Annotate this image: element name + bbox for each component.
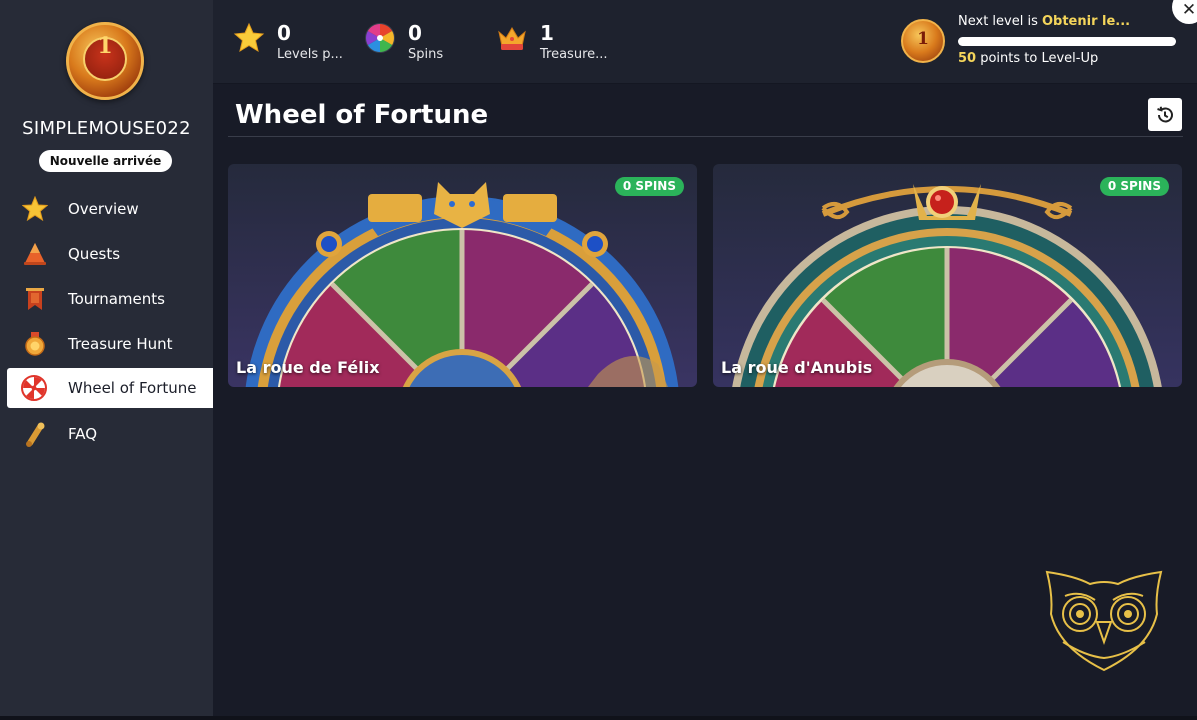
tournament-banner-icon [26,288,44,310]
app-root: 1 SIMPLEMOUSE022 Nouvelle arrivée Overvi… [0,0,1197,720]
title-divider [228,136,1183,137]
rank-badge: Nouvelle arrivée [39,150,172,172]
spins-label: Spins [408,47,444,62]
star-icon [233,22,265,53]
sidebar-nav: Overview Quests Tournaments Treasure Hun… [0,186,213,456]
next-level-name: Obtenir le... [1041,14,1131,29]
sidebar-item-label: Wheel of Fortune [68,379,197,397]
close-icon: ✕ [1181,0,1197,20]
points-value: 50 [958,51,977,66]
avatar-level-medal[interactable]: 1 [66,22,144,100]
bottom-divider [0,716,1197,720]
star-icon [22,196,48,222]
sidebar-item-quests[interactable]: Quests [0,231,213,276]
points-suffix: points to Level-Up [976,51,1099,66]
level-medal-number: 1 [917,29,929,49]
spins-badge: 0 SPINS [614,177,684,196]
card-title: La roue d'Anubis [721,358,873,377]
next-level-text: Next level is Obtenir le... [958,14,1130,29]
username: SIMPLEMOUSE022 [22,118,191,139]
wheel-card-anubis[interactable]: 0 SPINS La roue d'Anubis [713,164,1182,387]
sidebar-item-label: FAQ [68,424,98,443]
sidebar-item-treasure-hunt[interactable]: Treasure Hunt [0,321,213,366]
history-button[interactable] [1148,98,1182,131]
color-wheel-icon [365,23,395,53]
sidebar-item-faq[interactable]: FAQ [0,411,213,456]
sidebar-item-label: Quests [68,244,121,263]
history-icon [1157,106,1173,122]
treasure-crown-icon [498,27,526,50]
levels-value: 0 [277,21,291,45]
sidebar-item-label: Tournaments [68,289,165,308]
points-to-level-up: 50 points to Level-Up [958,51,1098,66]
sidebar-item-tournaments[interactable]: Tournaments [0,276,213,321]
spins-value: 0 [408,21,422,45]
owl-logo [1045,570,1163,672]
level-medal-icon: 1 [901,19,945,63]
sidebar-item-wheel-of-fortune[interactable]: Wheel of Fortune [7,368,213,408]
sidebar: 1 SIMPLEMOUSE022 Nouvelle arrivée Overvi… [0,0,213,716]
scroll-icon [26,422,45,447]
page-title: Wheel of Fortune [235,100,489,130]
card-title: La roue de Félix [236,358,380,377]
sidebar-item-label: Overview [68,199,139,218]
spins-badge: 0 SPINS [1099,177,1169,196]
anubis-wheel-artwork [713,164,1182,387]
wheel-icon [21,375,47,401]
avatar-level-number: 1 [97,33,113,59]
next-level-prefix: Next level is [958,14,1042,29]
treasure-medal-icon [25,332,45,356]
treasure-value: 1 [540,21,554,45]
treasure-label: Treasure... [540,47,608,62]
top-stats-bar: 0 Levels p... 0 Spins 1 Treasure... 1 Ne… [213,0,1197,84]
wheel-card-felix[interactable]: 0 SPINS La roue de Félix [228,164,697,387]
sidebar-item-overview[interactable]: Overview [0,186,213,231]
felix-wheel-artwork [228,164,697,387]
levels-label: Levels p... [277,47,343,62]
level-progress-bar [958,37,1176,46]
sidebar-item-label: Treasure Hunt [68,334,173,353]
quest-cone-icon [24,243,46,265]
